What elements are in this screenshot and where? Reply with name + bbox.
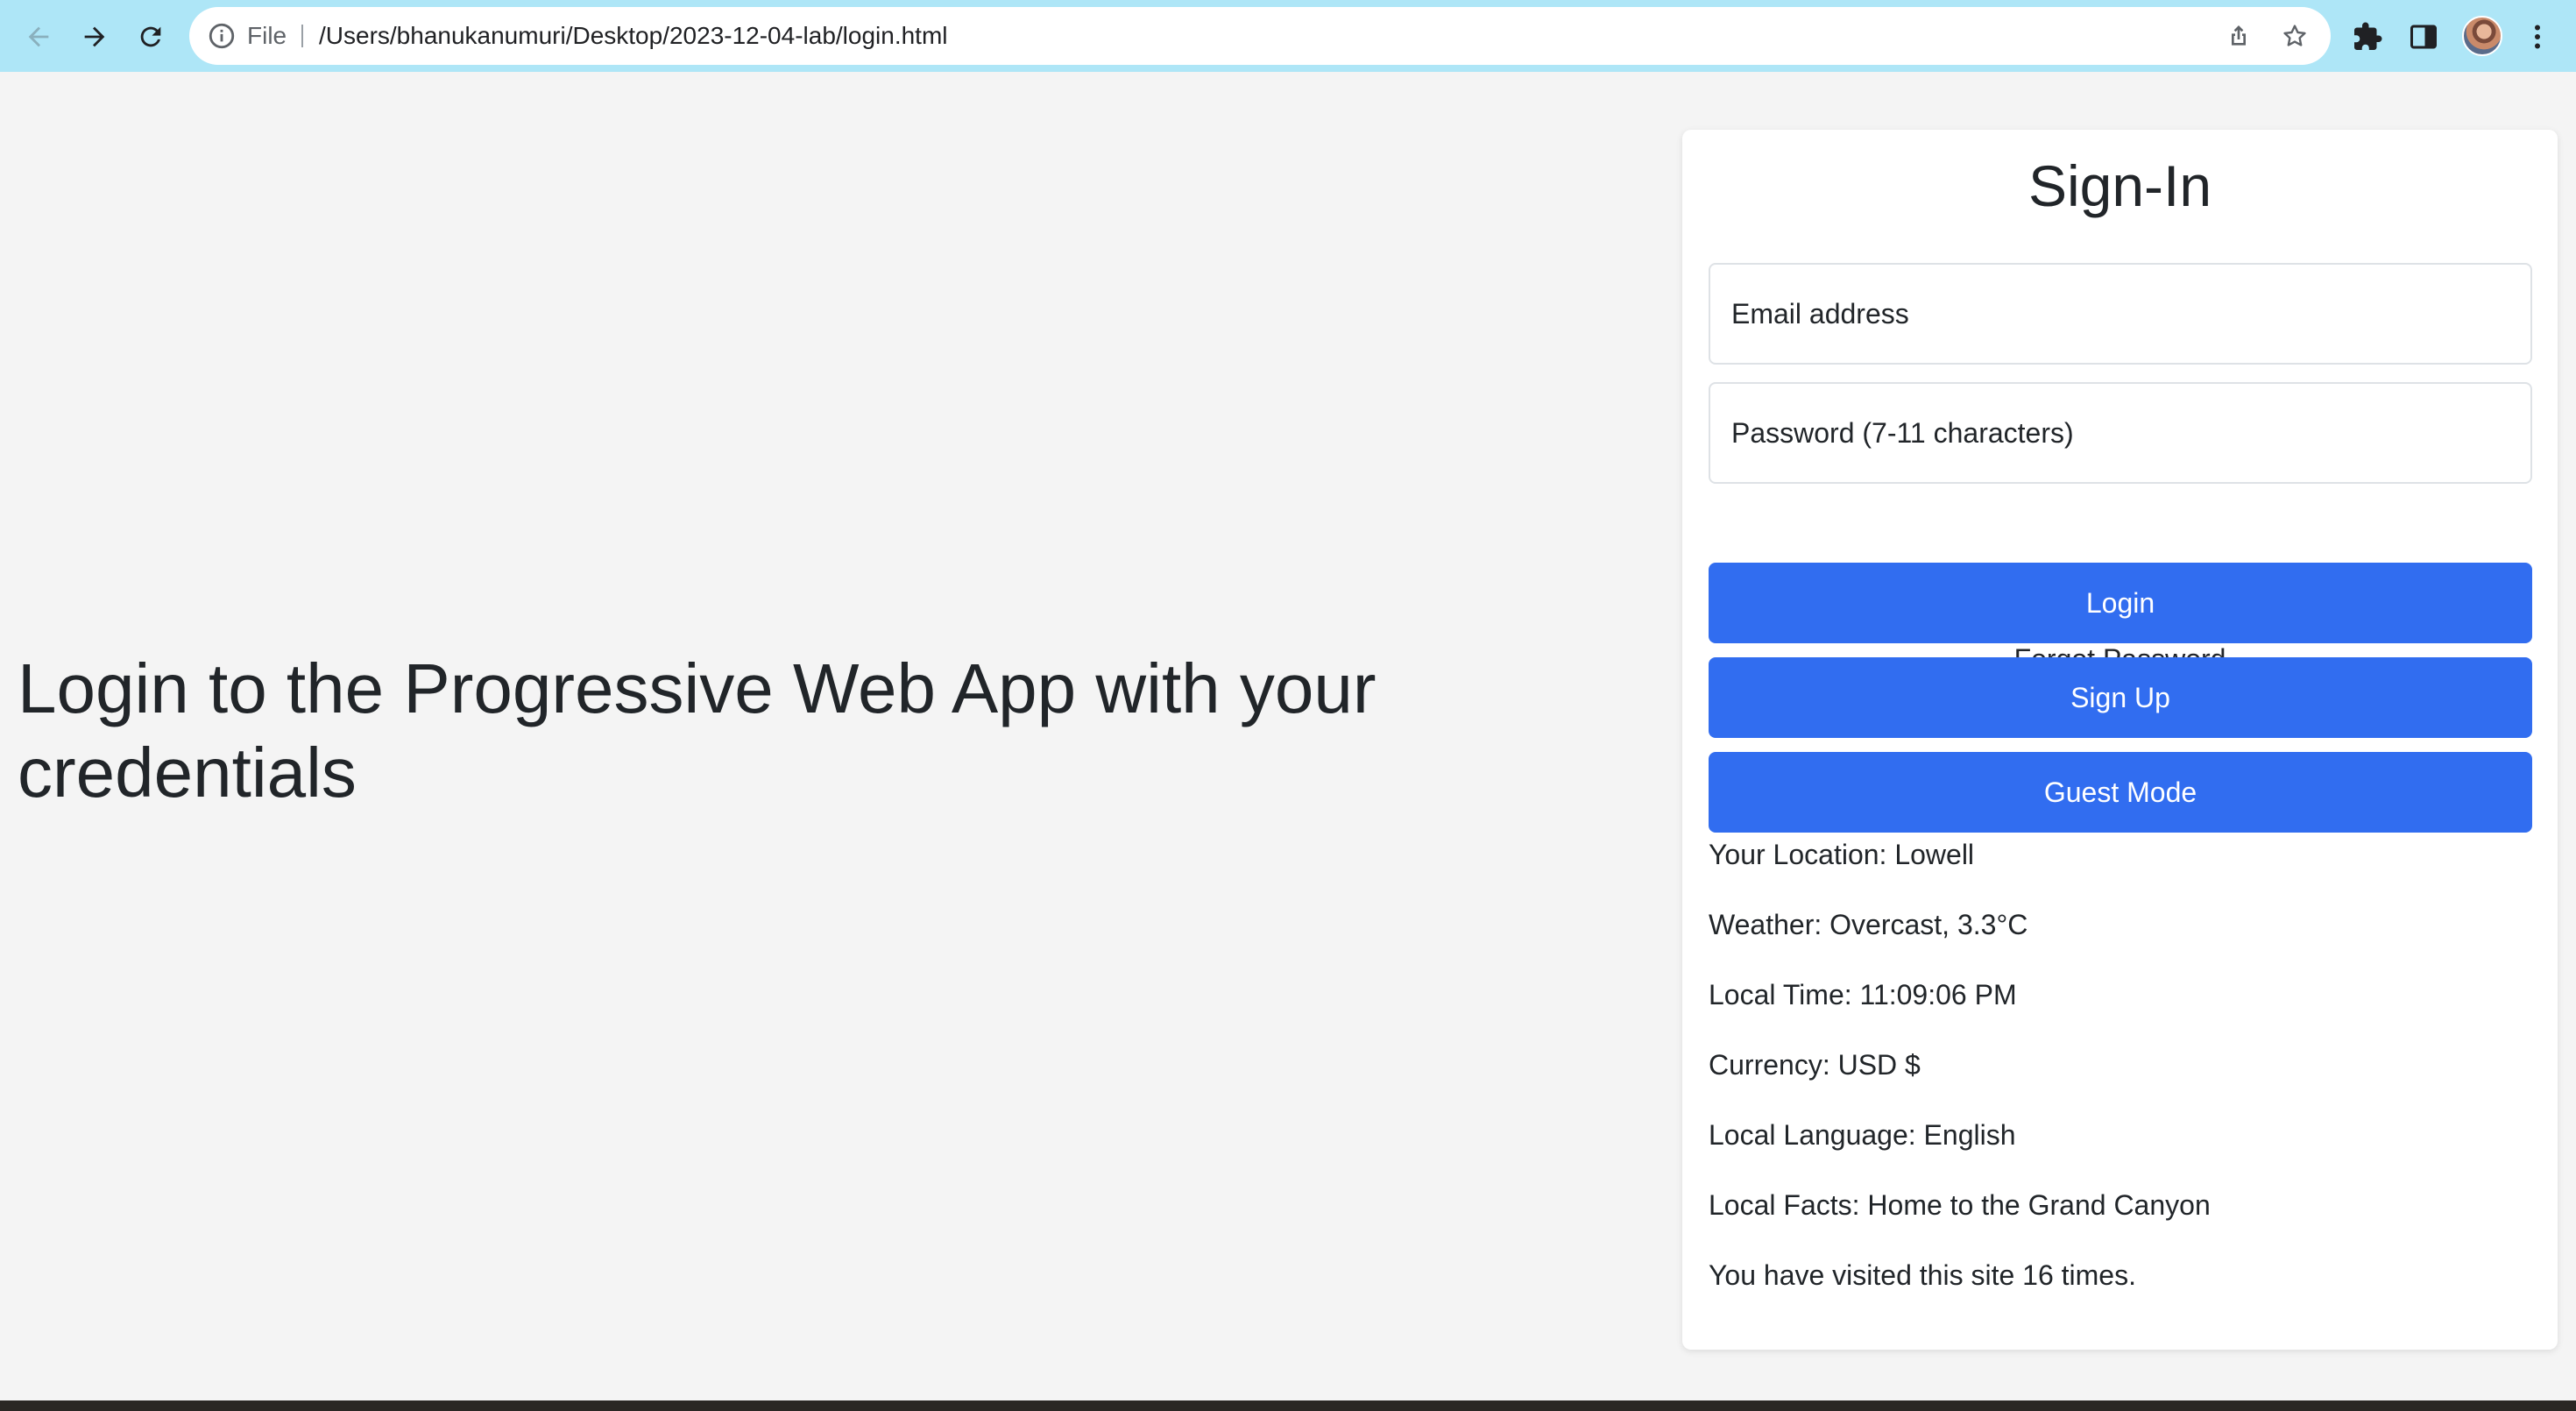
url-divider xyxy=(301,25,303,47)
side-panel-button[interactable] xyxy=(2403,16,2445,58)
arrow-left-icon xyxy=(28,26,49,47)
browser-menu-button[interactable] xyxy=(2516,16,2558,58)
signin-card: Sign-In Forgot Password Login Sign Up Gu… xyxy=(1682,130,2558,1350)
puzzle-icon xyxy=(2354,22,2382,50)
forward-button[interactable] xyxy=(74,16,116,58)
bookmark-button[interactable] xyxy=(2278,19,2311,53)
share-icon xyxy=(2232,25,2246,46)
currency-text: Currency: USD $ xyxy=(1709,1049,1921,1081)
browser-toolbar: File /Users/bhanukanumuri/Desktop/2023-1… xyxy=(0,0,2576,72)
signin-title: Sign-In xyxy=(2028,153,2212,218)
email-field[interactable] xyxy=(1709,263,2532,365)
guest-mode-button[interactable]: Guest Mode xyxy=(1709,752,2532,833)
address-bar[interactable]: File /Users/bhanukanumuri/Desktop/2023-1… xyxy=(189,7,2331,65)
location-text: Your Location: Lowell xyxy=(1709,839,1975,870)
profile-avatar[interactable] xyxy=(2462,16,2502,56)
url-text[interactable]: /Users/bhanukanumuri/Desktop/2023-12-04-… xyxy=(319,7,948,65)
url-scheme-label: File xyxy=(247,22,287,49)
hero-heading: Login to the Progressive Web App with yo… xyxy=(18,649,1376,812)
info-icon[interactable] xyxy=(207,21,237,51)
back-button[interactable] xyxy=(18,16,60,58)
login-button[interactable]: Login xyxy=(1709,563,2532,643)
local-time-text: Local Time: 11:09:06 PM xyxy=(1709,979,2017,1010)
local-facts-text: Local Facts: Home to the Grand Canyon xyxy=(1709,1189,2211,1221)
password-field[interactable] xyxy=(1709,382,2532,484)
kebab-menu-icon xyxy=(2535,25,2540,49)
signup-button[interactable]: Sign Up xyxy=(1709,657,2532,738)
visit-count-text: You have visited this site 16 times. xyxy=(1709,1259,2136,1291)
password-input[interactable] xyxy=(1710,384,2530,482)
arrow-right-icon xyxy=(84,26,105,47)
email-input[interactable] xyxy=(1710,265,2530,363)
extensions-button[interactable] xyxy=(2346,16,2388,58)
reload-button[interactable] xyxy=(130,16,172,58)
side-panel-icon xyxy=(2410,25,2437,49)
desktop-background-strip xyxy=(0,1400,2576,1411)
reload-icon xyxy=(140,26,161,47)
share-button[interactable] xyxy=(2222,19,2255,53)
language-text: Local Language: English xyxy=(1709,1119,2016,1151)
star-icon xyxy=(2283,25,2306,46)
weather-text: Weather: Overcast, 3.3°C xyxy=(1709,909,2028,940)
